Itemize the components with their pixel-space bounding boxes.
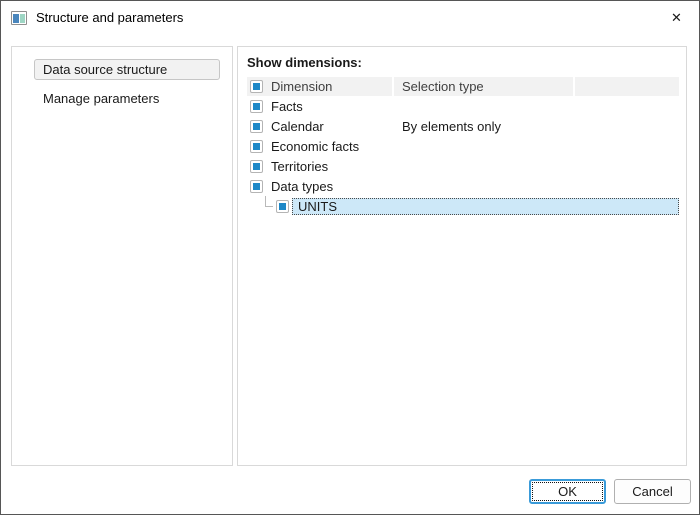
dimension-label: Data types (271, 179, 333, 194)
checkbox-fill (253, 83, 260, 90)
dimension-label: Economic facts (271, 139, 359, 154)
title-bar: Structure and parameters ✕ (1, 1, 699, 34)
cancel-button-label: Cancel (632, 484, 672, 499)
app-icon-pane (13, 14, 19, 23)
table-row[interactable]: Data types (247, 176, 679, 196)
selected-row-highlight: UNITS (292, 198, 679, 215)
cancel-button[interactable]: Cancel (614, 479, 691, 504)
sidebar: Data source structure Manage parameters (11, 46, 233, 466)
checkbox-fill (253, 183, 260, 190)
row-checkbox[interactable] (250, 180, 263, 193)
table-row[interactable]: Economic facts (247, 136, 679, 156)
dimension-label: Calendar (271, 119, 324, 134)
ok-button-label: OK (558, 484, 577, 499)
row-checkbox[interactable] (250, 140, 263, 153)
checkbox-fill (279, 203, 286, 210)
select-all-checkbox[interactable] (250, 80, 263, 93)
sidebar-item-data-source-structure[interactable]: Data source structure (34, 59, 220, 80)
ok-button[interactable]: OK (529, 479, 606, 504)
close-icon: ✕ (671, 11, 682, 24)
header-cell-selection-type: Selection type (392, 77, 573, 96)
tree-branch-icon (265, 196, 273, 207)
sidebar-item-label: Data source structure (43, 62, 167, 77)
header-cell-dimension: Dimension (247, 77, 392, 96)
app-icon (11, 11, 27, 25)
table-row-selected[interactable]: UNITS (247, 196, 679, 216)
row-checkbox[interactable] (250, 160, 263, 173)
dimensions-table: Dimension Selection type Facts (247, 77, 679, 216)
dimension-label: UNITS (298, 199, 337, 214)
selection-type-value: By elements only (392, 119, 573, 134)
sidebar-item-label: Manage parameters (43, 91, 159, 106)
dimensions-panel: Show dimensions: Dimension Selection typ… (237, 46, 687, 466)
dimension-label: Facts (271, 99, 303, 114)
table-row[interactable]: Facts (247, 96, 679, 116)
row-checkbox[interactable] (276, 200, 289, 213)
close-button[interactable]: ✕ (654, 1, 699, 33)
checkbox-fill (253, 143, 260, 150)
column-header-label: Selection type (402, 79, 484, 94)
table-row[interactable]: Territories (247, 156, 679, 176)
row-checkbox[interactable] (250, 100, 263, 113)
dialog-title: Structure and parameters (36, 10, 183, 25)
checkbox-fill (253, 103, 260, 110)
show-dimensions-heading: Show dimensions: (247, 55, 686, 70)
table-header-row: Dimension Selection type (247, 77, 679, 96)
app-icon-pane (20, 14, 26, 23)
table-row[interactable]: Calendar By elements only (247, 116, 679, 136)
checkbox-fill (253, 163, 260, 170)
sidebar-item-manage-parameters[interactable]: Manage parameters (34, 88, 220, 109)
column-header-label: Dimension (271, 79, 332, 94)
dialog-structure-and-parameters: Structure and parameters ✕ Data source s… (0, 0, 700, 515)
row-checkbox[interactable] (250, 120, 263, 133)
dimension-label: Territories (271, 159, 328, 174)
header-cell-empty (573, 77, 679, 96)
checkbox-fill (253, 123, 260, 130)
